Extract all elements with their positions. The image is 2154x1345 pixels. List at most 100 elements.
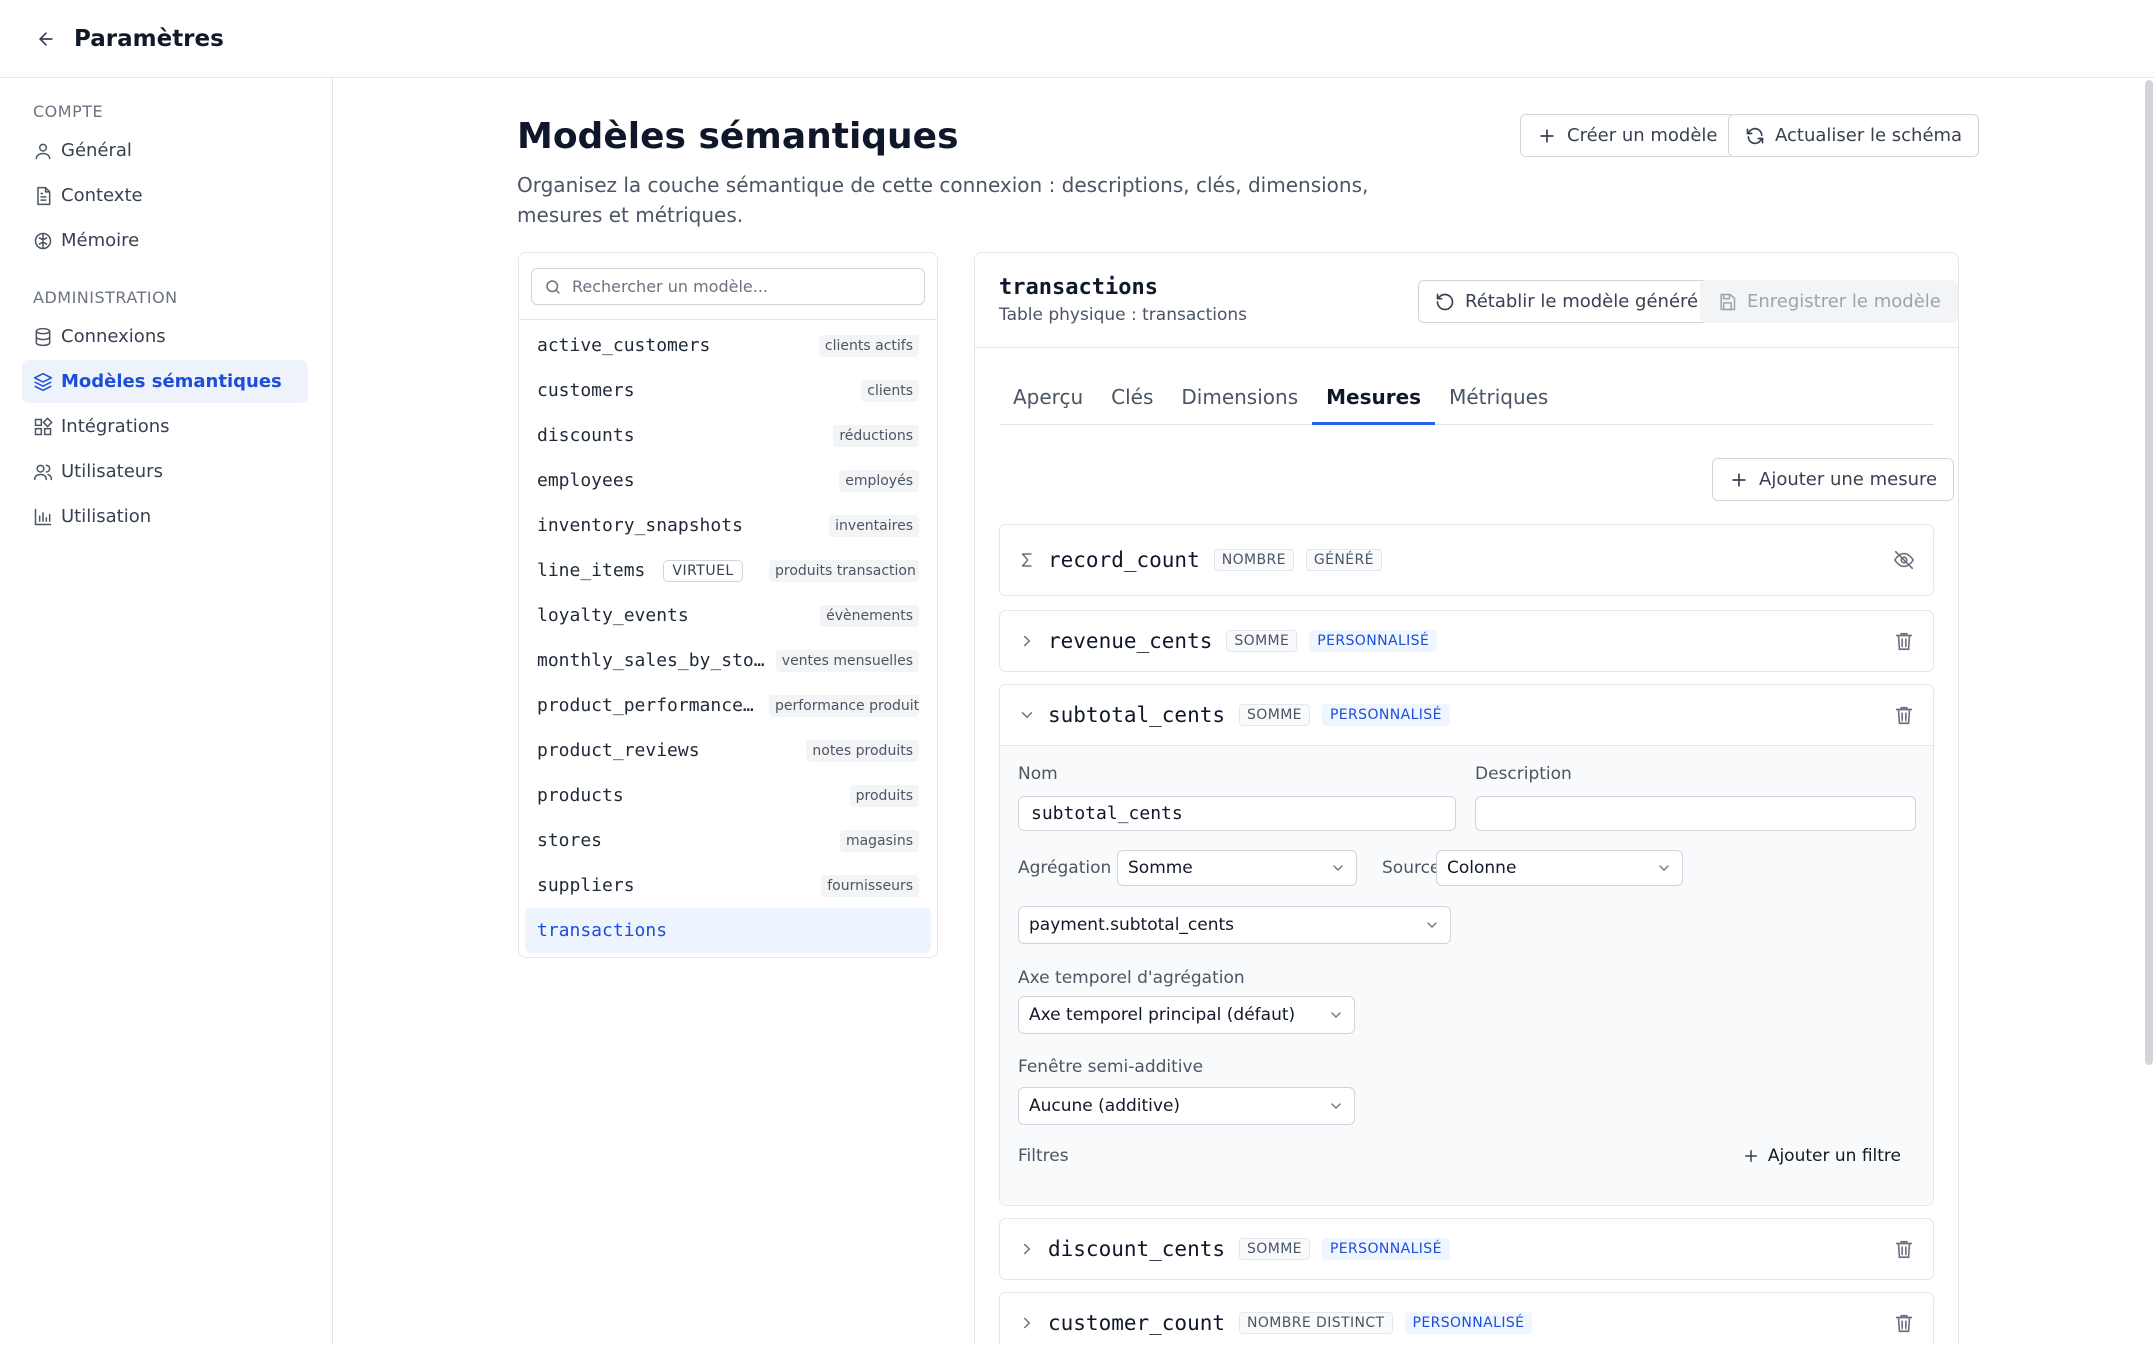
measure-name: subtotal_cents: [1048, 703, 1226, 727]
model-item-active-customers[interactable]: active_customers clients actifs: [525, 323, 931, 368]
measure-header[interactable]: customer_count NOMBRE DISTINCT PERSONNAL…: [1000, 1293, 1933, 1345]
sidebar-item-usage[interactable]: Utilisation: [22, 495, 308, 538]
model-name: discounts: [537, 425, 635, 446]
model-item-suppliers[interactable]: suppliers fournisseurs: [525, 863, 931, 908]
semi-additive-window-select[interactable]: Aucune (additive): [1018, 1087, 1355, 1125]
tab-overview[interactable]: Aperçu: [999, 381, 1097, 425]
user-icon: [33, 141, 53, 161]
trash-icon[interactable]: [1893, 1312, 1915, 1334]
page-title: Modèles sémantiques: [517, 116, 959, 157]
measure-name: customer_count: [1048, 1311, 1226, 1335]
model-item-line-items[interactable]: line_items VIRTUEL produits transaction: [525, 548, 931, 593]
sidebar-item-semantic-models[interactable]: Modèles sémantiques: [22, 360, 308, 403]
measure-origin-badge: PERSONNALISÉ: [1321, 704, 1450, 726]
sidebar-item-label: Utilisateurs: [61, 461, 163, 482]
model-name: transactions: [537, 920, 668, 941]
measure-header[interactable]: revenue_cents SOMME PERSONNALISÉ: [1000, 611, 1933, 671]
reset-model-label: Rétablir le modèle généré: [1465, 291, 1699, 312]
model-item-product-reviews[interactable]: product_reviews notes produits: [525, 728, 931, 773]
measure-header[interactable]: subtotal_cents SOMME PERSONNALISÉ: [1000, 685, 1933, 745]
aggregation-select[interactable]: Somme: [1117, 850, 1357, 886]
trash-icon[interactable]: [1893, 630, 1915, 652]
create-model-button[interactable]: Créer un modèle: [1520, 114, 1735, 157]
sidebar-section-account: COMPTE: [33, 102, 104, 121]
model-item-stores[interactable]: stores magasins: [525, 818, 931, 863]
measure-origin-badge: PERSONNALISÉ: [1404, 1312, 1533, 1334]
model-item-discounts[interactable]: discounts réductions: [525, 413, 931, 458]
sidebar-item-general[interactable]: Général: [22, 129, 308, 172]
refresh-schema-button[interactable]: Actualiser le schéma: [1728, 114, 1980, 157]
source-select[interactable]: Colonne: [1436, 850, 1683, 886]
document-icon: [33, 186, 53, 206]
model-name: active_customers: [537, 335, 711, 356]
name-field[interactable]: subtotal_cents: [1018, 796, 1456, 831]
model-name: product_performance…: [537, 695, 754, 716]
page-description: Organisez la couche sémantique de cette …: [517, 173, 1369, 227]
chevron-right-icon[interactable]: [1018, 1314, 1036, 1332]
tab-measures[interactable]: Mesures: [1312, 381, 1436, 425]
model-item-customers[interactable]: customers clients: [525, 368, 931, 413]
model-item-inventory-snapshots[interactable]: inventory_snapshots inventaires: [525, 503, 931, 548]
tab-metrics[interactable]: Métriques: [1435, 381, 1562, 425]
model-item-products[interactable]: products produits: [525, 773, 931, 818]
model-item-product-performance[interactable]: product_performance… performance produit: [525, 683, 931, 728]
chevron-down-icon[interactable]: [1018, 706, 1036, 724]
measure-origin-badge: PERSONNALISÉ: [1309, 630, 1438, 652]
sidebar-item-connections[interactable]: Connexions: [22, 315, 308, 358]
model-name: products: [537, 785, 624, 806]
select-value: Somme: [1128, 858, 1193, 878]
page-scrollbar[interactable]: [2144, 78, 2154, 1068]
reset-model-button[interactable]: Rétablir le modèle généré: [1418, 280, 1716, 323]
eye-off-icon[interactable]: [1893, 549, 1915, 571]
measure-header[interactable]: discount_cents SOMME PERSONNALISÉ: [1000, 1219, 1933, 1279]
measure-header[interactable]: record_count NOMBRE GÉNÉRÉ: [1000, 525, 1933, 595]
model-name: product_reviews: [537, 740, 700, 761]
puzzle-icon: [33, 416, 53, 437]
model-tag: notes produits: [806, 739, 919, 762]
add-filter-button[interactable]: Ajouter un filtre: [1742, 1146, 1901, 1166]
scrollbar-thumb[interactable]: [2145, 80, 2153, 1065]
chevron-right-icon[interactable]: [1018, 1240, 1036, 1258]
add-filter-label: Ajouter un filtre: [1767, 1146, 1901, 1166]
sidebar-item-context[interactable]: Contexte: [22, 174, 308, 217]
time-axis-select[interactable]: Axe temporel principal (défaut): [1018, 996, 1355, 1034]
sidebar-section-admin: ADMINISTRATION: [33, 288, 178, 307]
model-item-transactions[interactable]: transactions: [525, 908, 931, 953]
add-measure-button[interactable]: Ajouter une mesure: [1712, 458, 1955, 501]
save-icon: [1717, 292, 1737, 312]
sidebar-item-users[interactable]: Utilisateurs: [22, 450, 308, 493]
model-item-employees[interactable]: employees employés: [525, 458, 931, 503]
model-search: [531, 268, 925, 305]
search-input[interactable]: [572, 277, 912, 296]
model-detail-subtitle: Table physique : transactions: [999, 305, 1248, 325]
aggregation-label: Agrégation: [1018, 858, 1112, 878]
chevron-right-icon[interactable]: [1018, 632, 1036, 650]
tab-keys[interactable]: Clés: [1097, 381, 1167, 425]
save-model-label: Enregistrer le modèle: [1747, 291, 1941, 312]
settings-sidebar: COMPTE Général Contexte Mémoire ADMINIST…: [0, 78, 333, 1345]
measure-type-badge: SOMME: [1226, 630, 1298, 652]
back-arrow-icon[interactable]: [32, 25, 60, 53]
users-icon: [33, 462, 53, 482]
model-item-loyalty-events[interactable]: loyalty_events évènements: [525, 593, 931, 638]
refresh-icon: [1745, 126, 1765, 146]
chevron-down-icon: [1328, 1098, 1344, 1114]
description-field[interactable]: [1475, 796, 1916, 831]
sidebar-item-label: Mémoire: [61, 230, 140, 251]
column-select[interactable]: payment.subtotal_cents: [1018, 906, 1451, 944]
sidebar-item-label: Modèles sémantiques: [61, 371, 282, 392]
sidebar-item-integrations[interactable]: Intégrations: [22, 405, 308, 448]
select-value: Axe temporel principal (défaut): [1029, 1005, 1296, 1025]
tab-dimensions[interactable]: Dimensions: [1167, 381, 1312, 425]
sidebar-item-memory[interactable]: Mémoire: [22, 219, 308, 262]
save-model-button[interactable]: Enregistrer le modèle: [1700, 280, 1958, 323]
top-bar: Paramètres: [0, 0, 2154, 78]
model-item-monthly-sales[interactable]: monthly_sales_by_sto… ventes mensuelles: [525, 638, 931, 683]
model-list-panel: active_customers clients actifs customers…: [518, 252, 938, 958]
trash-icon[interactable]: [1893, 1238, 1915, 1260]
chevron-down-icon: [1328, 1007, 1344, 1023]
model-name: monthly_sales_by_sto…: [537, 650, 765, 671]
layers-icon: [33, 372, 53, 392]
trash-icon[interactable]: [1893, 704, 1915, 726]
model-tag: inventaires: [829, 514, 919, 537]
